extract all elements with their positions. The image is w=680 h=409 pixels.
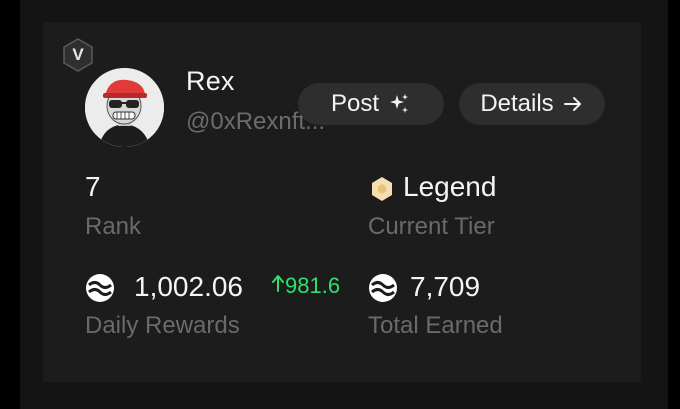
avatar[interactable] bbox=[85, 68, 164, 147]
details-button[interactable]: Details bbox=[459, 83, 605, 125]
tier-value: Legend bbox=[403, 171, 497, 202]
arrow-right-icon bbox=[562, 93, 584, 115]
tier-label: Current Tier bbox=[368, 213, 495, 240]
token-coin-icon bbox=[368, 273, 398, 303]
daily-rewards-delta: 981.6 bbox=[271, 272, 340, 299]
avatar-image bbox=[85, 68, 164, 147]
daily-rewards-value: 1,002.06 bbox=[134, 271, 243, 302]
rank-value: 7 bbox=[85, 171, 101, 202]
post-button-label: Post bbox=[330, 90, 380, 117]
token-coin-icon bbox=[85, 273, 115, 303]
rank-label: Rank bbox=[85, 213, 142, 240]
post-button[interactable]: Post bbox=[298, 83, 444, 125]
arrow-up-icon bbox=[271, 272, 285, 298]
daily-rewards-label: Daily Rewards bbox=[85, 312, 240, 339]
total-earned-label: Total Earned bbox=[368, 312, 503, 339]
hexagon-icon bbox=[370, 176, 394, 202]
profile-name: Rex bbox=[186, 66, 235, 96]
daily-rewards-delta-value: 981.6 bbox=[285, 273, 341, 298]
details-button-label: Details bbox=[480, 90, 554, 117]
total-earned-value: 7,709 bbox=[410, 271, 481, 302]
badge-letter: V bbox=[72, 45, 84, 64]
verified-badge-icon: V bbox=[60, 37, 96, 73]
sparkles-icon bbox=[387, 92, 411, 116]
